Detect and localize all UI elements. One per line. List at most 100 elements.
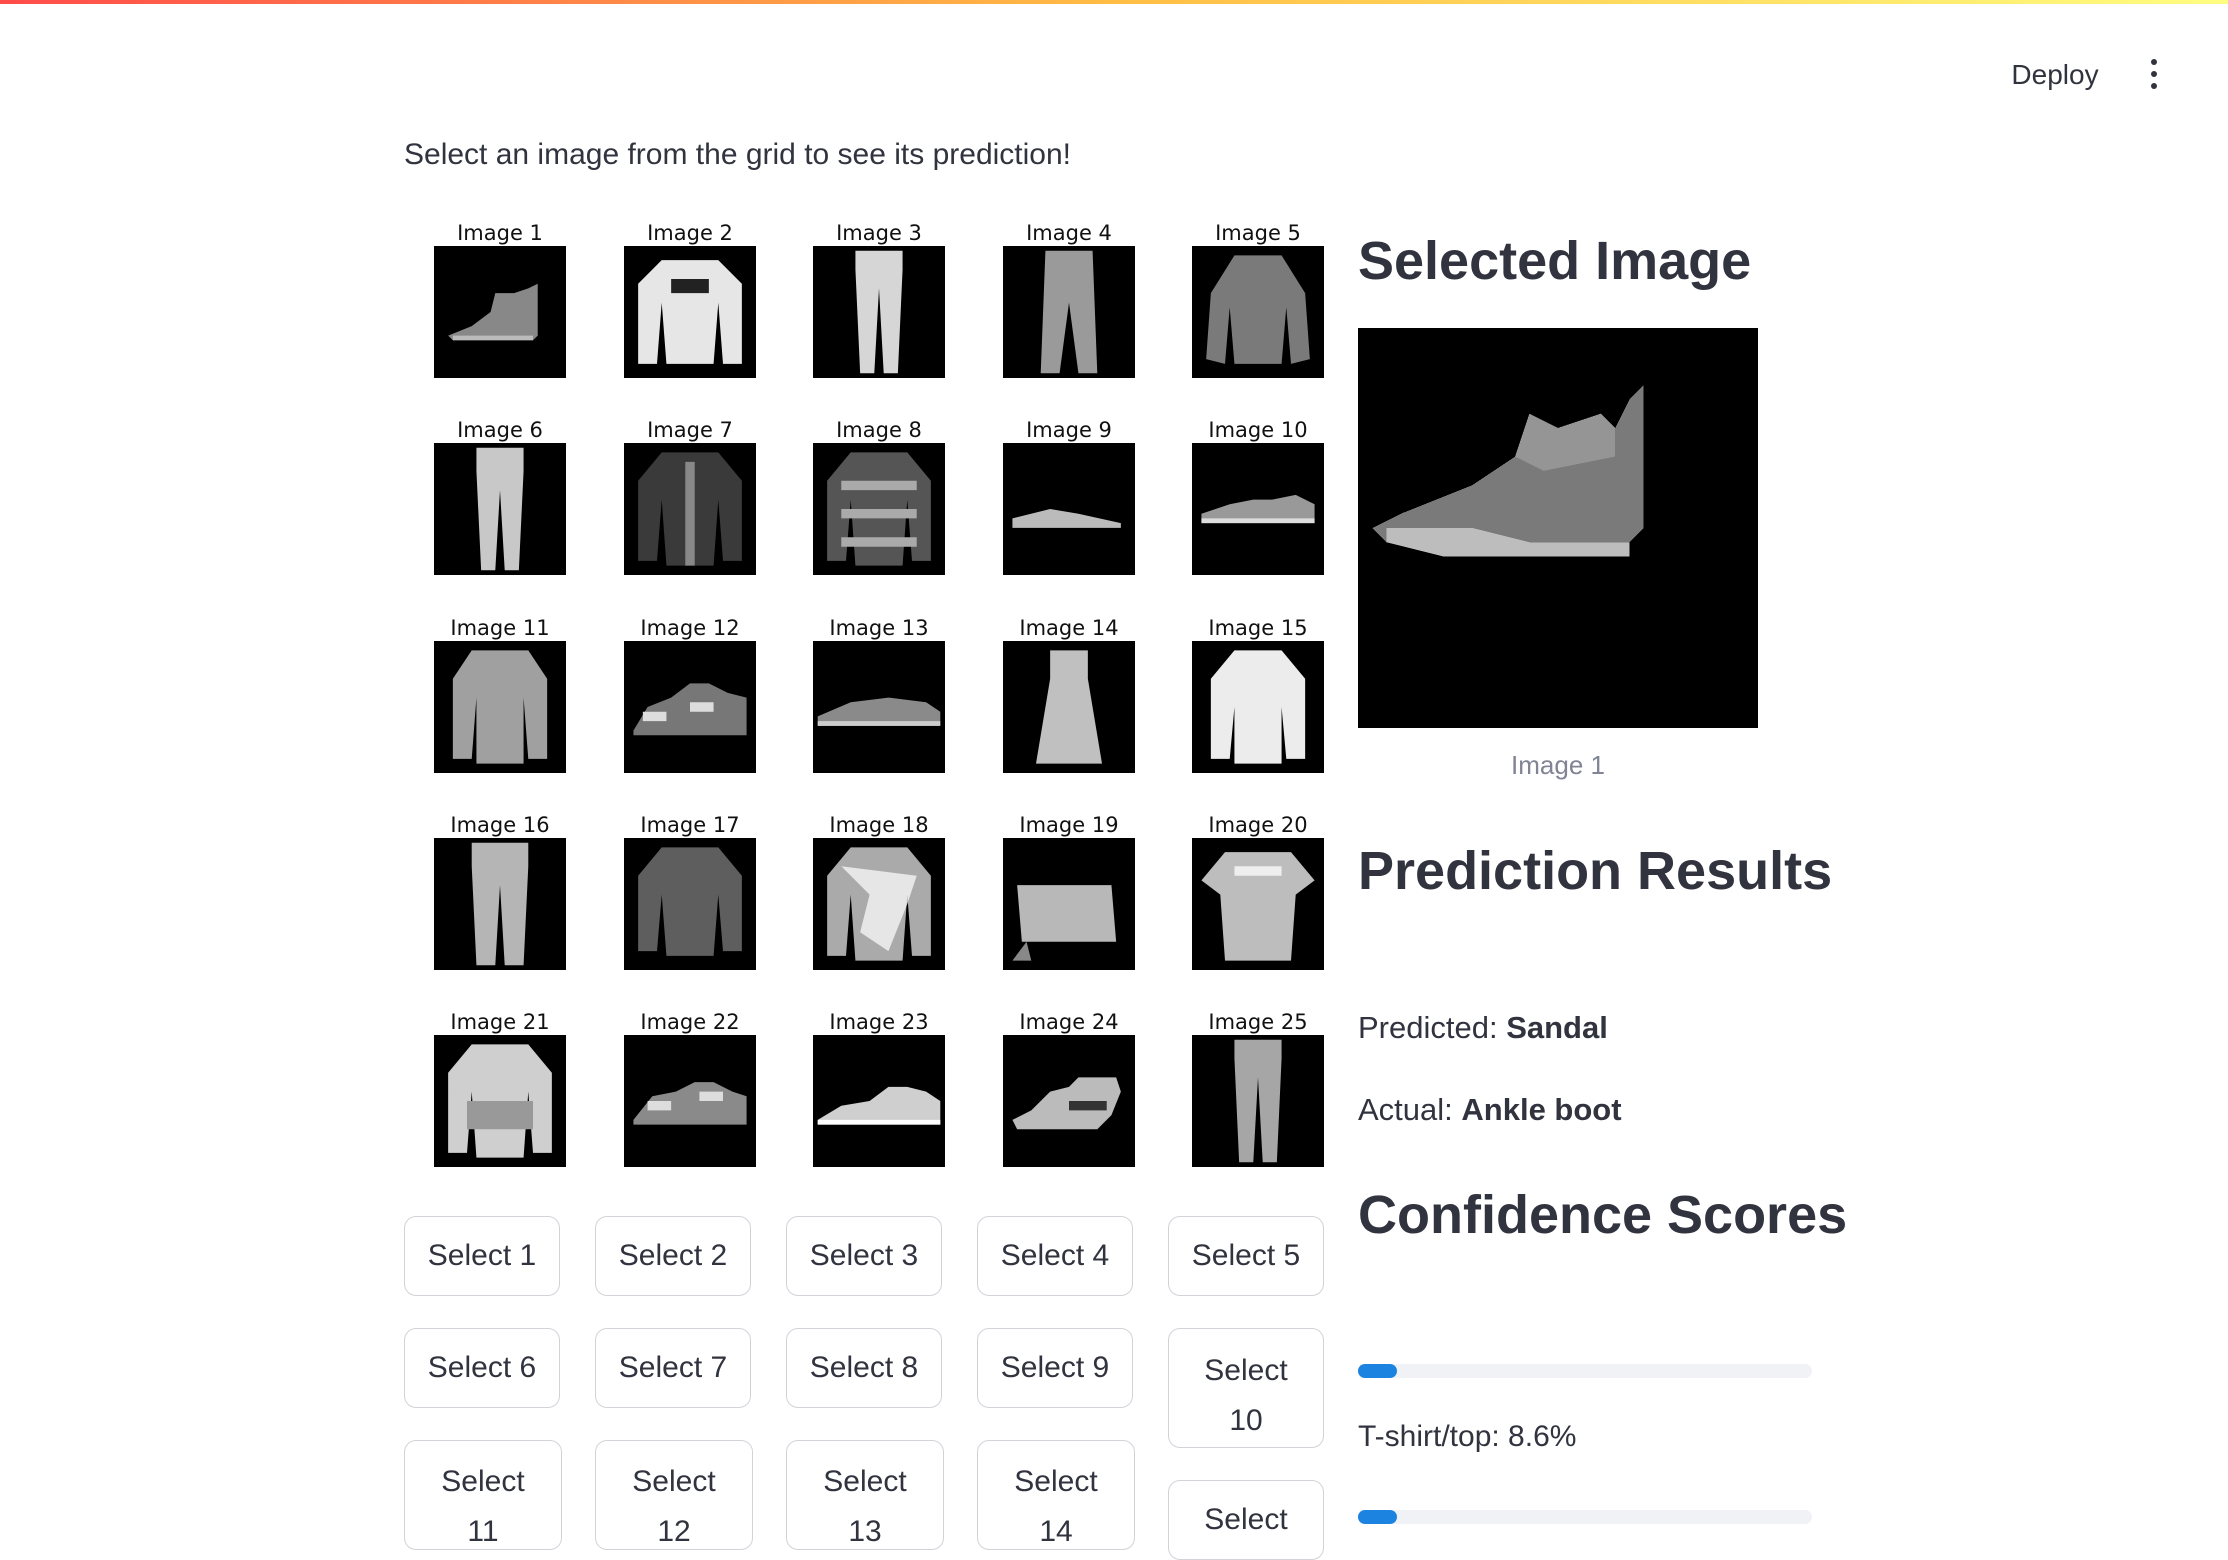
predicted-label: Predicted:	[1358, 1010, 1498, 1045]
image-thumbnail	[1003, 246, 1135, 378]
image-tile-9: Image 9	[973, 417, 1165, 575]
image-tile-caption: Image 25	[1208, 1010, 1308, 1034]
image-tile-20: Image 20	[1162, 812, 1354, 970]
image-thumbnail	[624, 246, 756, 378]
intro-text: Select an image from the grid to see its…	[404, 138, 1072, 171]
image-tile-caption: Image 9	[1026, 418, 1112, 442]
image-tile-25: Image 25	[1162, 1009, 1354, 1167]
prediction-results-heading: Prediction Results	[1358, 841, 1833, 901]
predicted-line: Predicted: Sandal	[1358, 1010, 1608, 1046]
image-tile-caption: Image 13	[829, 616, 929, 640]
image-tile-1: Image 1	[404, 220, 596, 378]
deploy-button[interactable]: Deploy	[1995, 50, 2115, 98]
confidence-scores-heading: Confidence Scores	[1358, 1185, 1848, 1245]
image-tile-caption: Image 1	[457, 221, 543, 245]
image-tile-15: Image 15	[1162, 615, 1354, 773]
image-thumbnail	[624, 443, 756, 575]
select-button-2[interactable]: Select 2	[595, 1216, 751, 1296]
image-tile-caption: Image 14	[1019, 616, 1119, 640]
select-button-12[interactable]: Select 12	[595, 1440, 753, 1550]
image-tile-caption: Image 10	[1208, 418, 1308, 442]
image-tile-caption: Image 12	[640, 616, 740, 640]
image-thumbnail	[813, 838, 945, 970]
image-thumbnail	[1003, 641, 1135, 773]
image-thumbnail	[1003, 838, 1135, 970]
confidence-bar-1-fill	[1358, 1364, 1398, 1378]
select-button-13[interactable]: Select 13	[786, 1440, 944, 1550]
image-thumbnail	[813, 1035, 945, 1167]
image-tile-3: Image 3	[783, 220, 975, 378]
image-tile-13: Image 13	[783, 615, 975, 773]
confidence-bar-1	[1358, 1364, 1812, 1378]
select-button-6[interactable]: Select 6	[404, 1328, 560, 1408]
actual-line: Actual: Ankle boot	[1358, 1092, 1622, 1128]
selected-image-caption: Image 1	[1511, 750, 1605, 780]
select-button-7[interactable]: Select 7	[595, 1328, 751, 1408]
selected-image	[1358, 328, 1758, 728]
select-button-1[interactable]: Select 1	[404, 1216, 560, 1296]
select-button-8[interactable]: Select 8	[786, 1328, 942, 1408]
image-tile-19: Image 19	[973, 812, 1165, 970]
image-thumbnail	[434, 1035, 566, 1167]
image-tile-caption: Image 23	[829, 1010, 929, 1034]
predicted-value: Sandal	[1506, 1010, 1608, 1045]
image-thumbnail	[624, 641, 756, 773]
image-tile-caption: Image 11	[450, 616, 550, 640]
actual-value: Ankle boot	[1461, 1092, 1622, 1127]
image-thumbnail	[624, 1035, 756, 1167]
image-tile-22: Image 22	[594, 1009, 786, 1167]
image-thumbnail	[624, 838, 756, 970]
image-thumbnail	[813, 641, 945, 773]
image-tile-18: Image 18	[783, 812, 975, 970]
image-tile-17: Image 17	[594, 812, 786, 970]
select-button-3[interactable]: Select 3	[786, 1216, 942, 1296]
image-thumbnail	[1192, 246, 1324, 378]
select-button-4[interactable]: Select 4	[977, 1216, 1133, 1296]
image-thumbnail	[434, 838, 566, 970]
image-tile-caption: Image 17	[640, 813, 740, 837]
image-tile-11: Image 11	[404, 615, 596, 773]
image-tile-4: Image 4	[973, 220, 1165, 378]
select-button-14[interactable]: Select 14	[977, 1440, 1135, 1550]
select-button-9[interactable]: Select 9	[977, 1328, 1133, 1408]
confidence-bar-2-fill	[1358, 1510, 1398, 1524]
image-tile-caption: Image 20	[1208, 813, 1308, 837]
select-button-10[interactable]: Select 10	[1168, 1328, 1324, 1448]
main-menu-icon[interactable]	[2134, 50, 2174, 98]
image-tile-5: Image 5	[1162, 220, 1354, 378]
image-tile-caption: Image 7	[647, 418, 733, 442]
image-tile-8: Image 8	[783, 417, 975, 575]
image-thumbnail	[434, 246, 566, 378]
image-thumbnail	[1003, 443, 1135, 575]
image-tile-6: Image 6	[404, 417, 596, 575]
image-tile-caption: Image 18	[829, 813, 929, 837]
image-tile-caption: Image 15	[1208, 616, 1308, 640]
image-tile-caption: Image 21	[450, 1010, 550, 1034]
image-tile-10: Image 10	[1162, 417, 1354, 575]
image-thumbnail	[813, 246, 945, 378]
image-tile-24: Image 24	[973, 1009, 1165, 1167]
image-thumbnail	[434, 641, 566, 773]
image-tile-caption: Image 24	[1019, 1010, 1119, 1034]
image-tile-caption: Image 5	[1215, 221, 1301, 245]
image-tile-21: Image 21	[404, 1009, 596, 1167]
top-decoration-stripe	[0, 0, 2228, 4]
image-tile-7: Image 7	[594, 417, 786, 575]
image-thumbnail	[813, 443, 945, 575]
image-tile-caption: Image 8	[836, 418, 922, 442]
image-tile-caption: Image 2	[647, 221, 733, 245]
image-thumbnail	[1192, 1035, 1324, 1167]
select-button-5[interactable]: Select 5	[1168, 1216, 1324, 1296]
confidence-bar-2	[1358, 1510, 1812, 1524]
confidence-label-1: T-shirt/top: 8.6%	[1358, 1420, 1577, 1453]
image-tile-caption: Image 3	[836, 221, 922, 245]
image-tile-12: Image 12	[594, 615, 786, 773]
select-button-15[interactable]: Select	[1168, 1480, 1324, 1560]
image-thumbnail	[434, 443, 566, 575]
image-thumbnail	[1192, 641, 1324, 773]
select-button-11[interactable]: Select 11	[404, 1440, 562, 1550]
image-tile-14: Image 14	[973, 615, 1165, 773]
image-tile-2: Image 2	[594, 220, 786, 378]
image-thumbnail	[1003, 1035, 1135, 1167]
image-tile-16: Image 16	[404, 812, 596, 970]
